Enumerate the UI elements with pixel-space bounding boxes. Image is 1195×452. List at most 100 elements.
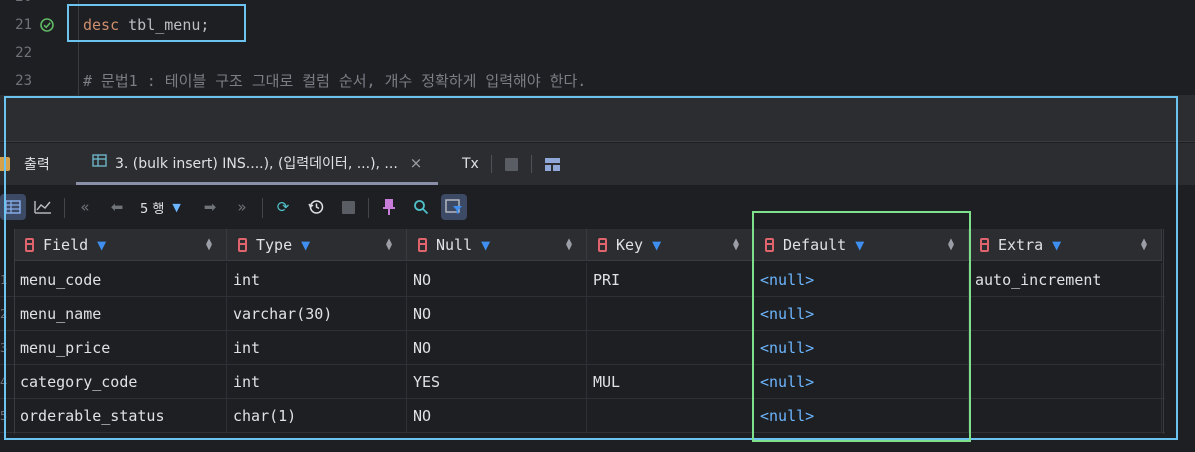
column-header-key[interactable]: Key ▼ ▲ ▼ bbox=[587, 229, 754, 261]
table-row[interactable]: 2 menu_name varchar(30) NO <null> bbox=[0, 297, 1165, 331]
cell-field[interactable]: menu_name bbox=[14, 297, 227, 331]
cell-extra[interactable] bbox=[969, 399, 1162, 433]
history-icon[interactable] bbox=[303, 194, 329, 220]
column-header-null[interactable]: Null ▼ ▲ ▼ bbox=[407, 229, 587, 261]
table-row[interactable]: 4 category_code int YES MUL <null> bbox=[0, 365, 1165, 399]
column-icon bbox=[980, 237, 989, 252]
column-header-extra[interactable]: Extra ▼ ▲ ▼ bbox=[969, 229, 1162, 261]
last-page-icon[interactable]: » bbox=[229, 194, 255, 220]
refresh-icon[interactable]: ⟳ bbox=[270, 194, 296, 220]
filter-view-icon[interactable] bbox=[441, 194, 467, 220]
cell-extra[interactable]: auto_increment bbox=[969, 263, 1162, 297]
close-icon[interactable]: × bbox=[410, 154, 423, 172]
column-icon bbox=[25, 237, 34, 252]
cell-null[interactable]: NO bbox=[407, 331, 587, 365]
sort-icon[interactable]: ▲ ▼ bbox=[1141, 236, 1147, 252]
cell-default[interactable]: <null> bbox=[754, 399, 969, 433]
chevron-down-icon: ▼ bbox=[172, 200, 181, 214]
editor-line[interactable]: 23 # 문법1 : 테이블 구조 그대로 컬럼 순서, 개수 정확하게 입력해… bbox=[0, 67, 1195, 95]
filter-icon[interactable]: ▼ bbox=[481, 236, 490, 254]
page-size-selector[interactable]: 5 행 ▼ bbox=[140, 194, 181, 220]
chart-view-icon[interactable] bbox=[30, 194, 56, 220]
cell-default[interactable]: <null> bbox=[754, 365, 969, 399]
first-page-icon[interactable]: « bbox=[72, 194, 98, 220]
column-icon bbox=[238, 237, 247, 252]
stop-icon[interactable] bbox=[505, 143, 518, 185]
column-header-label: Key bbox=[616, 235, 644, 254]
tab-result[interactable]: 3. (bulk insert) INS....), (입력데이터, ...),… bbox=[76, 143, 439, 185]
tx-button[interactable]: Tx bbox=[462, 143, 479, 185]
filter-icon[interactable]: ▼ bbox=[652, 236, 661, 254]
cell-null[interactable]: NO bbox=[407, 399, 587, 433]
cell-type[interactable]: varchar(30) bbox=[227, 297, 407, 331]
editor-line: 22 bbox=[0, 39, 1195, 67]
previous-page-icon[interactable]: ⬅ bbox=[104, 194, 130, 220]
cell-field[interactable]: orderable_status bbox=[14, 399, 227, 433]
sort-icon[interactable]: ▲ ▼ bbox=[566, 236, 572, 252]
column-header-type[interactable]: Type ▼ ▲ ▼ bbox=[227, 229, 407, 261]
cell-field[interactable]: category_code bbox=[14, 365, 227, 399]
cell-key[interactable]: PRI bbox=[587, 263, 754, 297]
column-header-field[interactable]: Field ▼ ▲ ▼ bbox=[14, 229, 227, 261]
row-number: 4 bbox=[0, 375, 8, 389]
cell-key[interactable] bbox=[587, 399, 754, 433]
filter-icon[interactable]: ▼ bbox=[301, 236, 310, 254]
check-circle-icon bbox=[40, 18, 54, 32]
row-number: 2 bbox=[0, 307, 8, 321]
column-icon bbox=[598, 237, 607, 252]
table-row[interactable]: 3 menu_price int NO <null> bbox=[0, 331, 1165, 365]
cell-key[interactable] bbox=[587, 297, 754, 331]
results-tab-bar: 출력 3. (bulk insert) INS....), (입력데이터, ..… bbox=[0, 143, 1195, 185]
line-number: 21 bbox=[15, 17, 32, 33]
divider bbox=[64, 198, 65, 218]
cell-null[interactable]: YES bbox=[407, 365, 587, 399]
sort-icon[interactable]: ▲ ▼ bbox=[948, 236, 954, 252]
column-header-label: Default bbox=[783, 235, 847, 254]
cell-key[interactable] bbox=[587, 331, 754, 365]
page-size-label: 5 행 bbox=[140, 201, 165, 217]
table-row[interactable]: 5 orderable_status char(1) NO <null> bbox=[0, 399, 1165, 433]
cell-type[interactable]: char(1) bbox=[227, 399, 407, 433]
next-page-icon[interactable]: ➡ bbox=[197, 194, 223, 220]
cell-field[interactable]: menu_code bbox=[14, 263, 227, 297]
cell-type[interactable]: int bbox=[227, 263, 407, 297]
cell-field[interactable]: menu_price bbox=[14, 331, 227, 365]
divider bbox=[531, 155, 532, 173]
cell-default[interactable]: <null> bbox=[754, 331, 969, 365]
grid-view-icon[interactable] bbox=[0, 194, 26, 220]
search-icon[interactable] bbox=[408, 194, 434, 220]
tx-label: Tx bbox=[462, 156, 479, 172]
filter-icon[interactable]: ▼ bbox=[1052, 236, 1061, 254]
column-header-label: Field bbox=[43, 235, 89, 254]
panel-header-area bbox=[0, 95, 1195, 142]
filter-icon[interactable]: ▼ bbox=[97, 236, 106, 254]
column-header-label: Extra bbox=[998, 235, 1044, 254]
layout-icon[interactable] bbox=[545, 143, 560, 185]
cell-type[interactable]: int bbox=[227, 331, 407, 365]
cell-default[interactable]: <null> bbox=[754, 297, 969, 331]
cell-null[interactable]: NO bbox=[407, 297, 587, 331]
pin-icon[interactable] bbox=[376, 194, 402, 220]
cell-null[interactable]: NO bbox=[407, 263, 587, 297]
sort-icon[interactable]: ▲ ▼ bbox=[386, 236, 392, 252]
divider bbox=[491, 155, 492, 173]
cell-extra[interactable] bbox=[969, 297, 1162, 331]
cell-extra[interactable] bbox=[969, 331, 1162, 365]
cell-extra[interactable] bbox=[969, 365, 1162, 399]
divider bbox=[262, 198, 263, 218]
line-number: 23 bbox=[15, 73, 32, 89]
sort-icon[interactable]: ▲ ▼ bbox=[733, 236, 739, 252]
filter-icon[interactable]: ▼ bbox=[855, 236, 864, 254]
cell-default[interactable]: <null> bbox=[754, 263, 969, 297]
column-header-label: Type bbox=[256, 235, 293, 254]
cell-type[interactable]: int bbox=[227, 365, 407, 399]
tab-output[interactable]: 출력 bbox=[0, 143, 50, 185]
cell-key[interactable]: MUL bbox=[587, 365, 754, 399]
column-header-label: Null bbox=[436, 235, 473, 254]
column-icon bbox=[418, 237, 427, 252]
table-row[interactable]: 1 menu_code int NO PRI <null> auto_incre… bbox=[0, 263, 1165, 297]
stop-icon[interactable] bbox=[335, 194, 361, 220]
line-number: 20 bbox=[0, 0, 32, 11]
column-header-default[interactable]: Default ▼ ▲ ▼ bbox=[754, 229, 969, 261]
sort-icon[interactable]: ▲ ▼ bbox=[206, 236, 212, 252]
